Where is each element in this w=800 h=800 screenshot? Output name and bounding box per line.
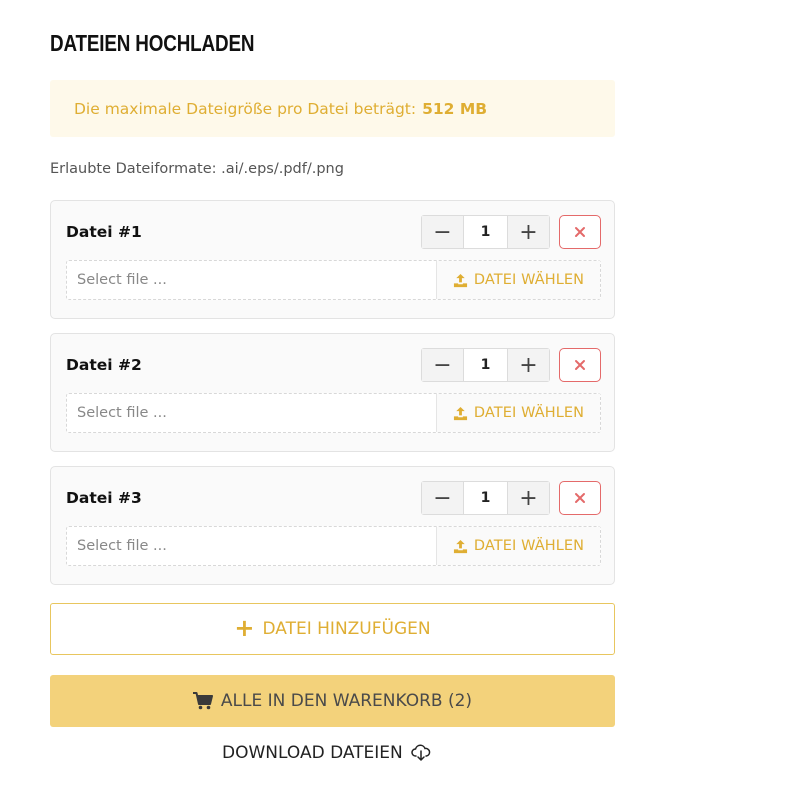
upload-icon	[453, 273, 467, 287]
notice-text: Die maximale Dateigröße pro Datei beträg…	[74, 99, 417, 118]
file-label: Datei #2	[66, 356, 142, 374]
remove-file-button[interactable]	[559, 481, 601, 515]
cart-icon	[192, 692, 213, 710]
decrement-button[interactable]: −	[422, 349, 464, 381]
file-field: Select file ... DATEI WÄHLEN	[66, 526, 601, 566]
file-input[interactable]: Select file ...	[67, 527, 437, 565]
add-file-label: DATEI HINZUFÜGEN	[262, 619, 431, 639]
choose-file-label: DATEI WÄHLEN	[473, 272, 585, 288]
quantity-value[interactable]: 1	[464, 216, 507, 248]
file-card: Datei #1 − 1 + Select file ... DATEI WÄH…	[50, 200, 615, 319]
upload-icon	[453, 539, 467, 553]
plus-icon: +	[234, 614, 255, 642]
file-field: Select file ... DATEI WÄHLEN	[66, 393, 601, 433]
remove-file-button[interactable]	[559, 215, 601, 249]
file-field: Select file ... DATEI WÄHLEN	[66, 260, 601, 300]
close-icon	[575, 493, 585, 503]
cloud-download-icon	[411, 744, 431, 761]
upload-icon	[453, 406, 467, 420]
add-all-to-cart-button[interactable]: ALLE IN DEN WARENKORB (2)	[50, 675, 615, 727]
increment-button[interactable]: +	[507, 349, 549, 381]
choose-file-label: DATEI WÄHLEN	[473, 405, 585, 421]
decrement-button[interactable]: −	[422, 216, 464, 248]
decrement-button[interactable]: −	[422, 482, 464, 514]
choose-file-button[interactable]: DATEI WÄHLEN	[437, 261, 600, 299]
quantity-stepper: − 1 +	[421, 215, 550, 249]
download-label: DOWNLOAD DATEIEN	[222, 743, 403, 763]
file-input[interactable]: Select file ...	[67, 261, 437, 299]
quantity-value[interactable]: 1	[464, 482, 507, 514]
download-files-link[interactable]: DOWNLOAD DATEIEN	[222, 743, 431, 763]
choose-file-button[interactable]: DATEI WÄHLEN	[437, 394, 600, 432]
page-title: DATEIEN HOCHLADEN	[50, 30, 255, 56]
quantity-stepper: − 1 +	[421, 348, 550, 382]
quantity-stepper: − 1 +	[421, 481, 550, 515]
max-size-notice: Die maximale Dateigröße pro Datei beträg…	[50, 80, 615, 137]
file-label: Datei #3	[66, 489, 142, 507]
choose-file-label: DATEI WÄHLEN	[473, 538, 585, 554]
file-input[interactable]: Select file ...	[67, 394, 437, 432]
close-icon	[575, 227, 585, 237]
allowed-formats: Erlaubte Dateiformate: .ai/.eps/.pdf/.pn…	[50, 161, 344, 177]
file-label: Datei #1	[66, 223, 142, 241]
increment-button[interactable]: +	[507, 216, 549, 248]
notice-value: 512 MB	[422, 99, 488, 118]
cart-button-label: ALLE IN DEN WARENKORB (2)	[220, 691, 473, 711]
remove-file-button[interactable]	[559, 348, 601, 382]
choose-file-button[interactable]: DATEI WÄHLEN	[437, 527, 600, 565]
close-icon	[575, 360, 585, 370]
quantity-value[interactable]: 1	[464, 349, 507, 381]
increment-button[interactable]: +	[507, 482, 549, 514]
file-card: Datei #2 − 1 + Select file ... DATEI WÄH…	[50, 333, 615, 452]
add-file-button[interactable]: + DATEI HINZUFÜGEN	[50, 603, 615, 655]
file-card: Datei #3 − 1 + Select file ... DATEI WÄH…	[50, 466, 615, 585]
